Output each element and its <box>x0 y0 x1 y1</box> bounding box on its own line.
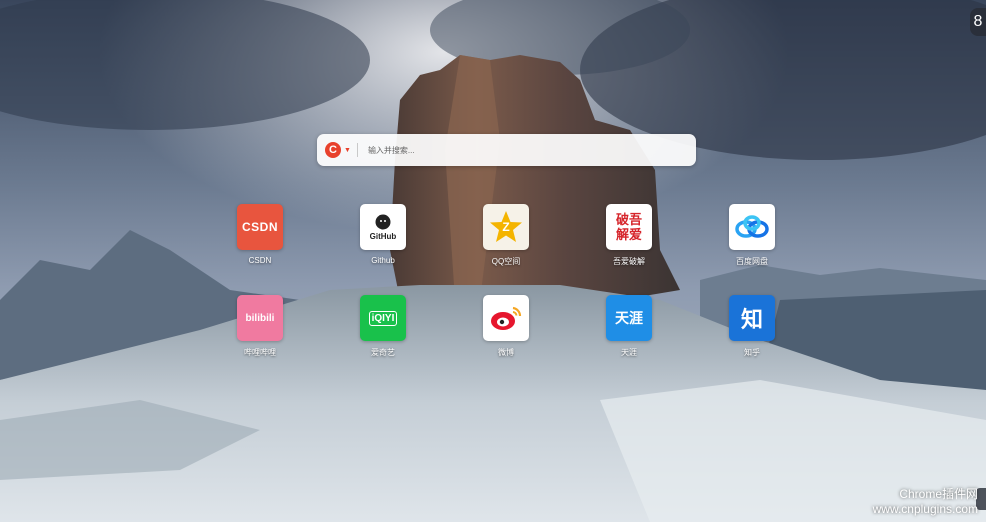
shortcut-label: 微博 <box>498 348 514 357</box>
shortcut-baidu-netdisk[interactable]: 百度网盘 <box>716 204 788 267</box>
engine-dropdown-caret-icon[interactable]: ▼ <box>344 147 351 154</box>
zhihu-icon: 知 <box>729 295 775 341</box>
shortcut-label: 爱奇艺 <box>371 348 395 357</box>
shortcut-label: CSDN <box>248 256 272 265</box>
search-bar: C ▼ <box>317 134 696 166</box>
shortcut-bilibili[interactable]: bilibili 哔哩哔哩 <box>224 295 296 358</box>
shortcut-label: 天涯 <box>621 348 637 357</box>
qzone-star-icon: Z <box>483 204 529 250</box>
shortcut-zhihu[interactable]: 知 知乎 <box>716 295 788 358</box>
shortcut-label: 吾爱破解 <box>613 257 645 266</box>
baidu-netdisk-icon <box>729 204 775 250</box>
shortcut-label: 知乎 <box>744 348 760 357</box>
shortcut-label: QQ空间 <box>491 257 521 266</box>
shortcut-qzone[interactable]: Z QQ空间 <box>470 204 542 267</box>
github-icon: GitHub <box>360 204 406 250</box>
iqiyi-icon: iQIYI <box>360 295 406 341</box>
shortcut-github[interactable]: GitHub Github <box>347 204 419 265</box>
shortcut-label: 百度网盘 <box>736 257 768 266</box>
shortcut-iqiyi[interactable]: iQIYI 爱奇艺 <box>347 295 419 358</box>
engine-logo-icon[interactable]: C <box>325 142 341 158</box>
weibo-icon <box>483 295 529 341</box>
watermark: Chrome插件网 www.cnplugins.com <box>873 485 978 516</box>
52pojie-icon: 破吾解爱 <box>606 204 652 250</box>
csdn-icon: CSDN <box>237 204 283 250</box>
shortcut-csdn[interactable]: CSDN CSDN <box>224 204 296 265</box>
shortcut-52pojie[interactable]: 破吾解爱 吾爱破解 <box>593 204 665 267</box>
shortcut-weibo[interactable]: 微博 <box>470 295 542 358</box>
watermark-line1: Chrome插件网 <box>899 487 978 501</box>
search-input[interactable] <box>365 144 690 156</box>
shortcut-tianya[interactable]: 天涯 天涯 <box>593 295 665 358</box>
octocat-icon <box>375 214 391 229</box>
bilibili-icon: bilibili <box>237 295 283 341</box>
shortcut-label: 哔哩哔哩 <box>244 348 276 357</box>
search-divider <box>356 143 358 157</box>
shortcut-label: Github <box>371 256 395 265</box>
watermark-line2: www.cnplugins.com <box>872 502 978 516</box>
tianya-icon: 天涯 <box>606 295 652 341</box>
menu-toggle-button[interactable]: 8 <box>970 8 986 36</box>
